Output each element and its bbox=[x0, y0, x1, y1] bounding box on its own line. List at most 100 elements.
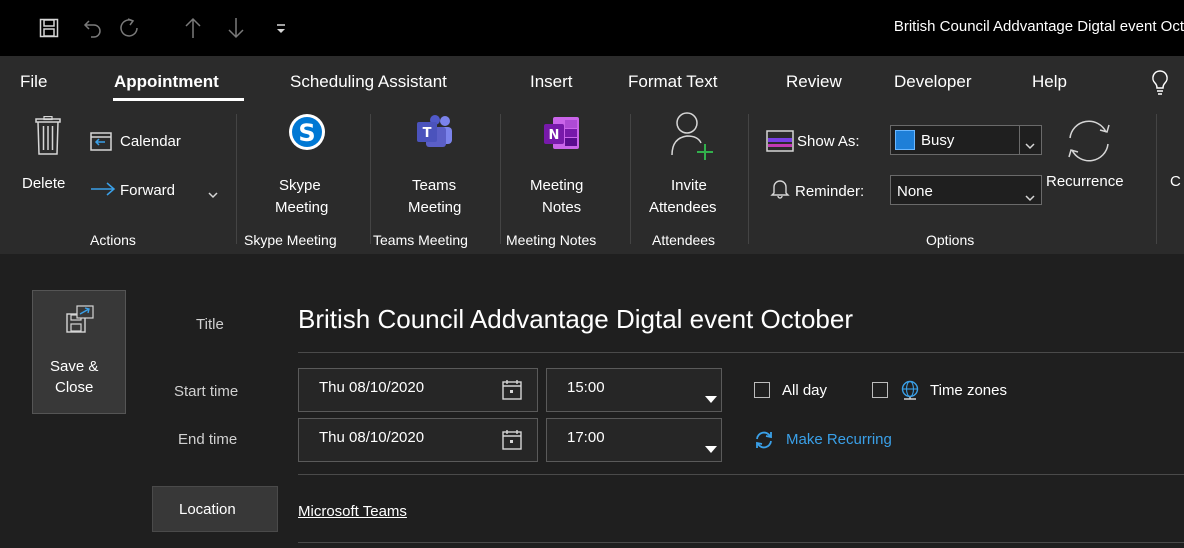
ribbon-tabs: File Appointment Scheduling Assistant In… bbox=[0, 56, 1184, 108]
group-label-teams-meeting: Teams Meeting bbox=[373, 232, 468, 248]
save-close-button[interactable]: Save & Close bbox=[32, 290, 126, 414]
delete-label: Delete bbox=[22, 175, 66, 192]
group-divider bbox=[370, 114, 371, 244]
notes-label-line1: Meeting bbox=[530, 177, 584, 194]
reminder-label: Reminder: bbox=[795, 183, 865, 200]
invite-label-line2: Attendees bbox=[649, 199, 717, 216]
delete-button[interactable]: Delete bbox=[18, 112, 78, 196]
svg-text:T: T bbox=[423, 126, 432, 141]
calendar-icon[interactable] bbox=[502, 430, 522, 455]
recurring-arrows-icon bbox=[754, 431, 774, 454]
tab-insert[interactable]: Insert bbox=[530, 72, 573, 92]
down-arrow-icon[interactable] bbox=[223, 14, 249, 42]
skype-label-line2: Meeting bbox=[275, 199, 329, 216]
location-button[interactable]: Location bbox=[152, 486, 278, 532]
group-divider bbox=[630, 114, 631, 244]
show-as-value: Busy bbox=[921, 132, 955, 149]
window-title: British Council Addvantage Digtal event … bbox=[893, 18, 1184, 35]
truncated-ribbon-item[interactable]: C bbox=[1170, 172, 1181, 191]
make-recurring-link[interactable]: Make Recurring bbox=[754, 429, 934, 451]
group-label-options: Options bbox=[926, 232, 975, 248]
calendar-button[interactable]: Calendar bbox=[88, 128, 208, 154]
chevron-down-icon bbox=[208, 186, 218, 204]
tab-help[interactable]: Help bbox=[1032, 72, 1067, 92]
chevron-down-icon bbox=[1025, 189, 1035, 207]
dropdown-divider bbox=[1019, 126, 1020, 154]
tab-file[interactable]: File bbox=[20, 72, 47, 92]
group-label-meeting-notes: Meeting Notes bbox=[506, 232, 597, 248]
reminder-value: None bbox=[897, 183, 933, 200]
time-section-divider bbox=[298, 474, 1184, 475]
location-value[interactable]: Microsoft Teams bbox=[298, 503, 407, 520]
save-close-icon bbox=[66, 305, 94, 340]
tab-developer[interactable]: Developer bbox=[894, 72, 972, 92]
save-close-line2: Close bbox=[55, 379, 94, 396]
group-divider bbox=[500, 114, 501, 244]
redo-icon[interactable] bbox=[116, 14, 142, 42]
invite-attendees-button[interactable]: Invite Attendees bbox=[640, 110, 742, 224]
active-tab-indicator bbox=[113, 98, 244, 101]
recurrence-icon bbox=[1064, 118, 1114, 169]
location-button-label: Location bbox=[179, 501, 236, 518]
forward-arrow-icon bbox=[90, 181, 116, 202]
recurrence-label: Recurrence bbox=[1046, 173, 1124, 190]
svg-text:N: N bbox=[549, 128, 560, 143]
show-as-icon bbox=[766, 130, 794, 157]
title-value: British Council Addvantage Digtal event … bbox=[298, 304, 853, 334]
meeting-notes-button[interactable]: N Meeting Notes bbox=[515, 112, 615, 224]
location-underline bbox=[298, 542, 1184, 543]
group-divider bbox=[236, 114, 237, 244]
end-date-picker[interactable]: Thu 08/10/2020 bbox=[298, 418, 538, 462]
save-icon[interactable] bbox=[36, 14, 62, 42]
caret-down-icon bbox=[705, 391, 717, 409]
start-date-picker[interactable]: Thu 08/10/2020 bbox=[298, 368, 538, 412]
skype-icon: S bbox=[287, 112, 327, 157]
end-time-value: 17:00 bbox=[567, 429, 605, 446]
start-time-dropdown[interactable]: 15:00 bbox=[546, 368, 722, 412]
teams-label-line1: Teams bbox=[412, 177, 457, 194]
tab-appointment[interactable]: Appointment bbox=[114, 72, 219, 92]
bell-icon bbox=[770, 177, 790, 204]
customize-icon[interactable] bbox=[268, 14, 294, 42]
all-day-checkbox[interactable] bbox=[754, 382, 770, 398]
trash-icon bbox=[35, 115, 61, 161]
busy-color-swatch bbox=[895, 130, 915, 150]
recurrence-button[interactable]: Recurrence bbox=[1044, 114, 1144, 198]
calendar-icon[interactable] bbox=[502, 380, 522, 405]
show-as-dropdown[interactable]: Busy bbox=[890, 125, 1042, 155]
lightbulb-icon[interactable] bbox=[1149, 68, 1171, 98]
tab-format-text[interactable]: Format Text bbox=[628, 72, 717, 92]
teams-meeting-button[interactable]: T Teams Meeting bbox=[382, 112, 492, 224]
forward-button[interactable]: Forward bbox=[88, 176, 218, 202]
title-bar: British Council Addvantage Digtal event … bbox=[0, 0, 1184, 56]
group-label-actions: Actions bbox=[90, 232, 136, 248]
globe-icon bbox=[900, 380, 920, 407]
end-time-dropdown[interactable]: 17:00 bbox=[546, 418, 722, 462]
tab-review[interactable]: Review bbox=[786, 72, 842, 92]
start-time-value: 15:00 bbox=[567, 379, 605, 396]
forward-label: Forward bbox=[120, 182, 176, 199]
start-date-value: Thu 08/10/2020 bbox=[319, 379, 425, 396]
ribbon: Delete Calendar Forward Actions S Skype … bbox=[0, 108, 1184, 254]
location-field[interactable]: Microsoft Teams bbox=[298, 498, 1184, 538]
skype-meeting-button[interactable]: S Skype Meeting bbox=[262, 112, 354, 224]
title-label: Title bbox=[196, 316, 224, 333]
title-field[interactable]: British Council Addvantage Digtal event … bbox=[298, 294, 1184, 346]
notes-label-line2: Notes bbox=[542, 199, 582, 216]
add-person-icon bbox=[670, 110, 716, 165]
undo-icon[interactable] bbox=[80, 14, 106, 42]
calendar-icon bbox=[90, 131, 112, 156]
up-arrow-icon[interactable] bbox=[180, 14, 206, 42]
group-divider bbox=[748, 114, 749, 244]
reminder-dropdown[interactable]: None bbox=[890, 175, 1042, 205]
end-date-value: Thu 08/10/2020 bbox=[319, 429, 425, 446]
title-underline bbox=[298, 352, 1184, 353]
group-label-attendees: Attendees bbox=[652, 232, 716, 248]
all-day-label: All day bbox=[782, 382, 828, 399]
teams-label-line2: Meeting bbox=[408, 199, 462, 216]
time-zones-checkbox[interactable] bbox=[872, 382, 888, 398]
save-close-line1: Save & bbox=[50, 358, 99, 375]
appointment-form: Save & Close Title British Council Addva… bbox=[0, 254, 1184, 548]
tab-scheduling-assistant[interactable]: Scheduling Assistant bbox=[290, 72, 447, 92]
start-time-label: Start time bbox=[174, 383, 239, 400]
